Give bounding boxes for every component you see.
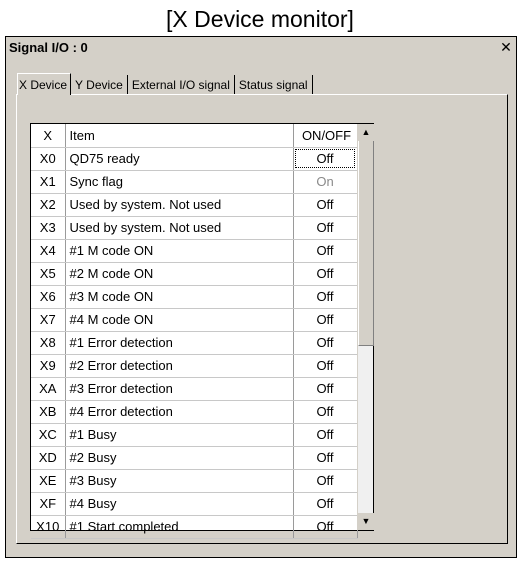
- cell-onoff[interactable]: Off: [293, 285, 358, 309]
- signal-grid: X Item ON/OFF X0 QD75 ready Off X1 Sync flag…: [30, 123, 374, 539]
- cell-x-address: XA: [31, 377, 66, 401]
- cell-item: QD75 ready: [65, 147, 294, 171]
- cell-onoff[interactable]: Off: [293, 469, 358, 493]
- cell-x-address: XF: [31, 492, 66, 516]
- title-bar[interactable]: Signal I/O : 0 ✕: [6, 37, 516, 59]
- table-row[interactable]: X1 Sync flag On: [31, 170, 358, 194]
- cell-x-address: XD: [31, 446, 66, 470]
- header-onoff: ON/OFF: [293, 124, 358, 148]
- cell-onoff[interactable]: Off: [293, 377, 358, 401]
- scroll-up-arrow-icon[interactable]: ▲: [358, 124, 374, 141]
- signal-io-dialog: Signal I/O : 0 ✕ X Device Y Device Exter…: [5, 36, 517, 558]
- header-item: Item: [65, 124, 294, 148]
- cell-item: Used by system. Not used: [65, 193, 294, 217]
- table-row[interactable]: X0 QD75 ready Off: [31, 147, 358, 171]
- cell-item: Sync flag: [65, 170, 294, 194]
- cell-x-address: X10: [31, 515, 66, 539]
- window-title: Signal I/O : 0: [9, 40, 88, 55]
- cell-item: #1 Busy: [65, 423, 294, 447]
- cell-onoff[interactable]: Off: [293, 492, 358, 516]
- cell-x-address: X0: [31, 147, 66, 171]
- table-row[interactable]: X4 #1 M code ON Off: [31, 239, 358, 263]
- table-row[interactable]: X2 Used by system. Not used Off: [31, 193, 358, 217]
- table-row[interactable]: X10 #1 Start completed Off: [31, 515, 358, 539]
- table-row[interactable]: X3 Used by system. Not used Off: [31, 216, 358, 240]
- cell-x-address: XE: [31, 469, 66, 493]
- table-row[interactable]: XE #3 Busy Off: [31, 469, 358, 493]
- cell-item: #2 Error detection: [65, 354, 294, 378]
- tab-strip: X Device Y Device External I/O signal St…: [17, 73, 313, 95]
- cell-onoff[interactable]: Off: [293, 331, 358, 355]
- cell-onoff[interactable]: Off: [293, 147, 358, 171]
- cell-onoff[interactable]: Off: [293, 446, 358, 470]
- signal-table: X Item ON/OFF X0 QD75 ready Off X1 Sync flag…: [31, 124, 358, 539]
- tab-external-io-signal[interactable]: External I/O signal: [128, 75, 235, 95]
- cell-x-address: X8: [31, 331, 66, 355]
- cell-onoff[interactable]: Off: [293, 354, 358, 378]
- cell-x-address: X2: [31, 193, 66, 217]
- cell-item: #3 Busy: [65, 469, 294, 493]
- table-row[interactable]: X5 #2 M code ON Off: [31, 262, 358, 286]
- cell-onoff[interactable]: Off: [293, 239, 358, 263]
- vertical-scrollbar[interactable]: ▲ ▼: [357, 124, 374, 530]
- cell-x-address: XB: [31, 400, 66, 424]
- cell-item: #4 M code ON: [65, 308, 294, 332]
- cell-item: #1 M code ON: [65, 239, 294, 263]
- cell-onoff[interactable]: Off: [293, 400, 358, 424]
- cell-onoff[interactable]: Off: [293, 515, 358, 539]
- tab-y-device[interactable]: Y Device: [71, 75, 128, 95]
- table-row[interactable]: X6 #3 M code ON Off: [31, 285, 358, 309]
- page-caption: [X Device monitor]: [166, 6, 354, 32]
- header-row: X Item ON/OFF: [31, 124, 358, 148]
- table-row[interactable]: X9 #2 Error detection Off: [31, 354, 358, 378]
- table-row[interactable]: XF #4 Busy Off: [31, 492, 358, 516]
- table-row[interactable]: XA #3 Error detection Off: [31, 377, 358, 401]
- cell-onoff[interactable]: Off: [293, 262, 358, 286]
- cell-onoff[interactable]: On: [293, 170, 358, 194]
- cell-item: #1 Start completed: [65, 515, 294, 539]
- scroll-thumb[interactable]: [358, 141, 374, 346]
- cell-item: #3 Error detection: [65, 377, 294, 401]
- cell-item: #1 Error detection: [65, 331, 294, 355]
- tab-status-signal[interactable]: Status signal: [235, 75, 313, 95]
- close-button[interactable]: ✕: [498, 39, 514, 55]
- cell-onoff[interactable]: Off: [293, 423, 358, 447]
- table-row[interactable]: X8 #1 Error detection Off: [31, 331, 358, 355]
- table-row[interactable]: XB #4 Error detection Off: [31, 400, 358, 424]
- table-row[interactable]: XD #2 Busy Off: [31, 446, 358, 470]
- cell-item: #2 M code ON: [65, 262, 294, 286]
- cell-item: Used by system. Not used: [65, 216, 294, 240]
- cell-x-address: X5: [31, 262, 66, 286]
- scroll-down-arrow-icon[interactable]: ▼: [358, 513, 374, 530]
- cell-item: #4 Error detection: [65, 400, 294, 424]
- cell-onoff[interactable]: Off: [293, 308, 358, 332]
- cell-item: #3 M code ON: [65, 285, 294, 309]
- cell-x-address: X4: [31, 239, 66, 263]
- tab-x-device[interactable]: X Device: [17, 73, 72, 95]
- cell-x-address: X7: [31, 308, 66, 332]
- cell-onoff[interactable]: Off: [293, 216, 358, 240]
- cell-item: #2 Busy: [65, 446, 294, 470]
- table-row[interactable]: XC #1 Busy Off: [31, 423, 358, 447]
- cell-x-address: XC: [31, 423, 66, 447]
- cell-item: #4 Busy: [65, 492, 294, 516]
- cell-x-address: X3: [31, 216, 66, 240]
- header-x: X: [31, 124, 66, 148]
- cell-x-address: X6: [31, 285, 66, 309]
- table-row[interactable]: X7 #4 M code ON Off: [31, 308, 358, 332]
- cell-x-address: X1: [31, 170, 66, 194]
- cell-onoff[interactable]: Off: [293, 193, 358, 217]
- cell-x-address: X9: [31, 354, 66, 378]
